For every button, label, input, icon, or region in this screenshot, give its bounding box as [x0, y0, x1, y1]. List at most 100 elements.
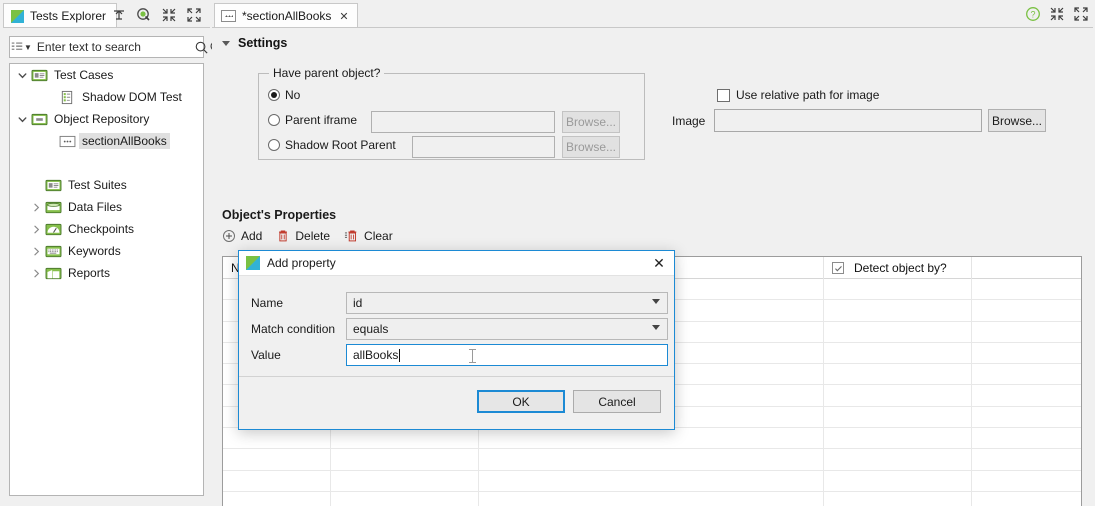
table-cell[interactable]	[972, 471, 1081, 491]
tree-item-object-repository[interactable]: Object Repository	[10, 108, 203, 130]
table-cell[interactable]	[972, 385, 1081, 405]
table-cell[interactable]	[331, 449, 479, 470]
settings-section-header[interactable]: Settings	[222, 36, 287, 50]
chevron-down-icon[interactable]	[652, 299, 660, 304]
minimize-icon[interactable]	[1049, 6, 1065, 22]
checkbox-checked-icon[interactable]	[832, 262, 844, 274]
table-cell[interactable]	[972, 428, 1081, 448]
chevron-right-icon[interactable]	[28, 262, 44, 284]
ok-button[interactable]: OK	[477, 390, 565, 413]
dialog-titlebar: Add property ✕	[239, 251, 674, 276]
table-cell[interactable]	[824, 470, 972, 491]
table-row[interactable]	[223, 470, 1081, 492]
match-condition-combobox[interactable]: equals	[346, 318, 668, 340]
table-cell[interactable]	[331, 428, 479, 449]
cancel-button[interactable]: Cancel	[573, 390, 661, 413]
chevron-right-icon[interactable]	[28, 196, 44, 218]
minimize-icon[interactable]	[161, 7, 177, 23]
tests-explorer-tree[interactable]: Test Cases Shadow DOM Test Object Reposito…	[9, 63, 204, 496]
table-cell[interactable]	[824, 279, 972, 300]
radio-no[interactable]: No	[268, 88, 300, 102]
table-cell[interactable]	[824, 406, 972, 428]
table-cell[interactable]	[824, 385, 972, 406]
table-cell[interactable]	[223, 449, 331, 470]
table-cell[interactable]	[824, 364, 972, 385]
table-cell[interactable]	[824, 428, 972, 449]
close-icon[interactable]: ✕	[339, 10, 348, 23]
image-path-input[interactable]	[714, 109, 982, 132]
table-cell[interactable]	[972, 300, 1081, 320]
table-cell[interactable]	[972, 322, 1081, 342]
table-cell[interactable]	[824, 342, 972, 364]
table-cell[interactable]	[972, 407, 1081, 427]
chevron-down-icon[interactable]	[14, 108, 30, 130]
chevron-down-icon[interactable]: ▼	[24, 43, 32, 52]
radio-shadow-root-parent[interactable]: Shadow Root Parent	[268, 138, 396, 152]
triangle-down-icon[interactable]	[222, 40, 230, 46]
tree-item-test-suites[interactable]: Test Suites	[10, 174, 203, 196]
chevron-down-icon[interactable]	[652, 325, 660, 330]
tree-item-sectionallbooks[interactable]: sectionAllBooks	[10, 130, 203, 152]
table-cell[interactable]	[479, 449, 824, 470]
table-cell[interactable]	[479, 428, 824, 449]
link-with-editor-icon[interactable]	[136, 7, 152, 23]
test-cases-folder-icon	[30, 64, 48, 86]
name-combobox[interactable]: id	[346, 292, 668, 314]
table-cell[interactable]	[824, 321, 972, 342]
table-cell[interactable]	[824, 449, 972, 470]
tree-item-shadow-dom-test[interactable]: Shadow DOM Test	[10, 86, 203, 108]
table-cell[interactable]	[972, 279, 1081, 299]
table-row[interactable]	[223, 449, 1081, 471]
table-row[interactable]	[223, 491, 1081, 506]
table-cell[interactable]	[223, 428, 331, 449]
table-cell[interactable]	[331, 491, 479, 506]
tab-tests-explorer[interactable]: Tests Explorer	[3, 3, 118, 28]
parent-iframe-input[interactable]	[371, 111, 555, 133]
table-cell[interactable]	[824, 300, 972, 321]
table-cell[interactable]	[972, 343, 1081, 363]
table-cell[interactable]	[972, 449, 1081, 469]
value-input[interactable]: allBooks	[346, 344, 668, 366]
tree-item-data-files[interactable]: Data Files	[10, 196, 203, 218]
table-cell[interactable]	[223, 491, 331, 506]
table-row[interactable]	[223, 428, 1081, 450]
match-condition-label: Match condition	[251, 322, 336, 336]
radio-parent-iframe[interactable]: Parent iframe	[268, 113, 357, 127]
tree-item-checkpoints[interactable]: Checkpoints	[10, 218, 203, 240]
close-icon[interactable]: ✕	[650, 254, 668, 272]
tree-item-test-cases[interactable]: Test Cases	[10, 64, 203, 86]
image-browse-button[interactable]: Browse...	[988, 109, 1046, 132]
chevron-down-icon[interactable]	[14, 64, 30, 86]
collapse-all-icon[interactable]	[111, 7, 127, 23]
search-icon[interactable]	[194, 37, 209, 57]
shadow-root-parent-input[interactable]	[412, 136, 555, 158]
use-relative-path-row[interactable]: Use relative path for image	[717, 88, 879, 102]
table-cell[interactable]	[479, 491, 824, 506]
column-header-detect-object-by-[interactable]: Detect object by?	[824, 257, 972, 279]
parent-iframe-browse-button[interactable]: Browse...	[562, 111, 620, 133]
delete-property-button[interactable]: Delete	[276, 229, 330, 243]
help-icon[interactable]: ?	[1025, 6, 1041, 22]
table-cell[interactable]	[972, 364, 1081, 384]
shadow-root-parent-browse-button[interactable]: Browse...	[562, 136, 620, 158]
search-input[interactable]	[31, 38, 194, 56]
table-cell[interactable]	[824, 491, 972, 506]
table-cell[interactable]	[972, 492, 1081, 506]
table-cell[interactable]	[479, 470, 824, 491]
tree-item-reports[interactable]: Reports	[10, 262, 203, 284]
column-header-blank[interactable]	[972, 257, 1081, 279]
checkbox-icon[interactable]	[717, 88, 730, 102]
filter-list-icon[interactable]	[10, 37, 24, 57]
table-cell[interactable]	[223, 470, 331, 491]
table-cell[interactable]	[331, 470, 479, 491]
tab-section-all-books[interactable]: *sectionAllBooks ✕	[214, 3, 358, 28]
add-property-dialog: Add property ✕ Name id Match condition e…	[238, 250, 675, 430]
tree-item-keywords[interactable]: Keywords	[10, 240, 203, 262]
maximize-icon[interactable]	[186, 7, 202, 23]
chevron-right-icon[interactable]	[28, 218, 44, 240]
add-property-button[interactable]: Add	[222, 229, 262, 243]
explorer-toolbar	[111, 5, 202, 25]
chevron-right-icon[interactable]	[28, 240, 44, 262]
clear-properties-button[interactable]: Clear	[344, 229, 393, 243]
maximize-icon[interactable]	[1073, 6, 1089, 22]
